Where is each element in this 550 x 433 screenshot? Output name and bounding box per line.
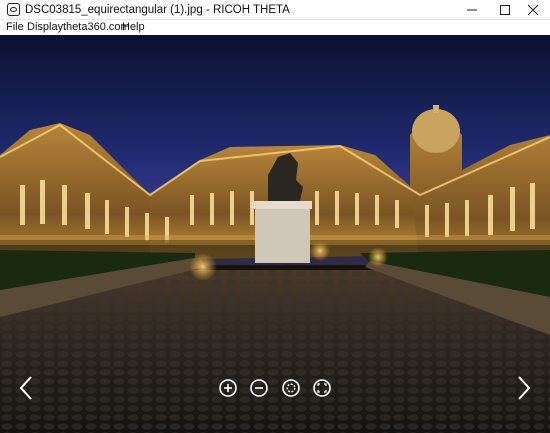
- title-bar: DSC03815_equirectangular (1).jpg - RICOH…: [0, 0, 550, 20]
- lamp-glow-right: [368, 247, 388, 267]
- window-title: DSC03815_equirectangular (1).jpg - RICOH…: [25, 4, 290, 16]
- menu-bar: File Display theta360.com Help: [0, 20, 550, 35]
- close-icon: [528, 5, 538, 15]
- menu-theta360[interactable]: theta360.com: [63, 21, 130, 34]
- close-button[interactable]: [516, 0, 550, 20]
- lamp-glow-left: [189, 253, 217, 281]
- statue-pedestal: [255, 205, 310, 263]
- lamp-glow-center: [310, 241, 330, 261]
- pedestal-cap: [252, 201, 312, 209]
- maximize-icon: [500, 5, 510, 15]
- menu-file[interactable]: File: [6, 21, 24, 34]
- menu-help[interactable]: Help: [122, 21, 145, 34]
- dome-lantern: [433, 105, 439, 113]
- panorama-image[interactable]: [0, 35, 550, 433]
- menu-display[interactable]: Display: [27, 21, 63, 34]
- minimize-icon: [467, 9, 477, 11]
- minimize-button[interactable]: [455, 0, 489, 20]
- panorama-viewer[interactable]: [0, 35, 550, 433]
- theta-app-icon: [7, 3, 20, 16]
- palace-dome: [412, 109, 460, 153]
